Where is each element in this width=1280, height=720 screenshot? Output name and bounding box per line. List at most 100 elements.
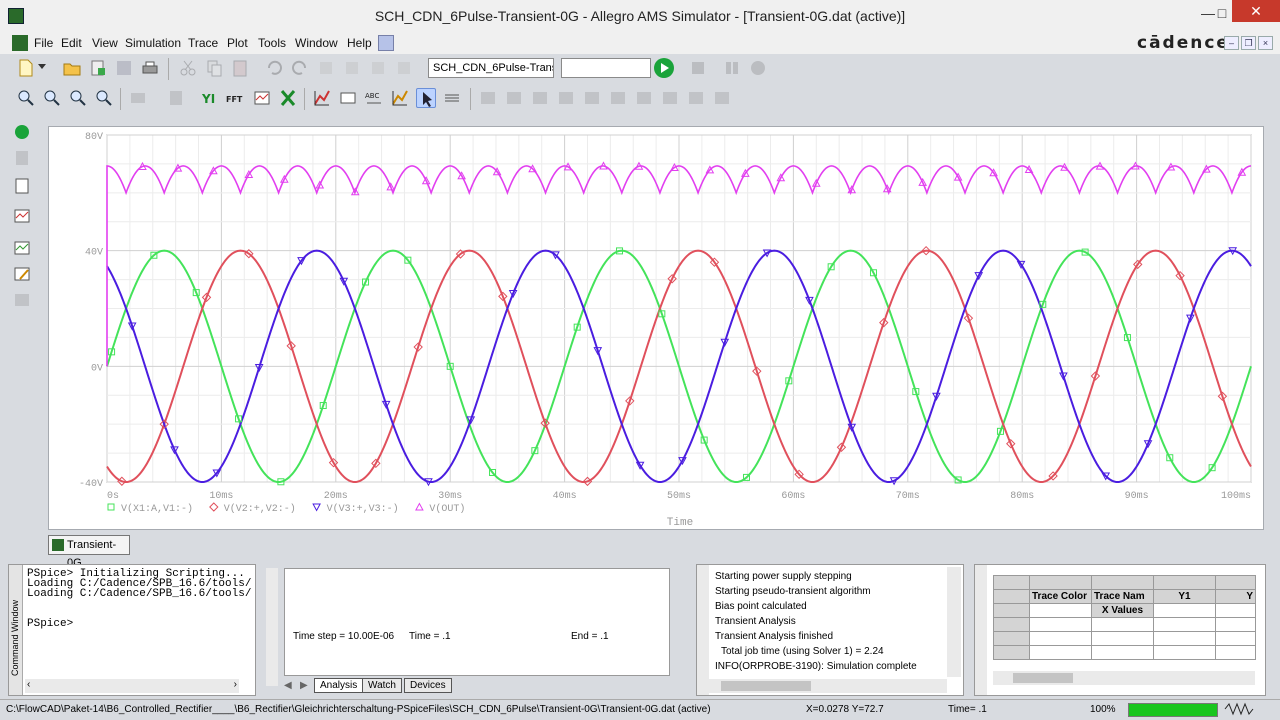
- tab-devices[interactable]: Devices: [404, 678, 452, 693]
- zoom-area-icon[interactable]: [68, 88, 88, 108]
- redo-icon[interactable]: [290, 58, 310, 78]
- command-prompt[interactable]: PSpice>: [27, 618, 73, 630]
- menu-plot[interactable]: Plot: [227, 36, 248, 50]
- log-hscroll[interactable]: [701, 679, 947, 693]
- snap-icon[interactable]: [442, 88, 462, 108]
- add-trace-icon[interactable]: [278, 88, 298, 108]
- run-simulation-icon[interactable]: [12, 122, 32, 142]
- log-line: Total job time (using Solver 1) = 2.24: [721, 646, 884, 657]
- tab-scroll-left-icon[interactable]: ◀: [284, 680, 292, 691]
- waveform-plot[interactable]: 80V 40V 0V -40V 0s 10ms 20ms 30ms 40ms 50ms 60ms 7…: [49, 127, 1265, 531]
- view-output-icon[interactable]: [12, 148, 32, 168]
- copy-icon[interactable]: [204, 58, 224, 78]
- mdi-restore-icon[interactable]: ❐: [1241, 36, 1256, 50]
- menu-help[interactable]: Help: [347, 36, 372, 50]
- mark-all-icon[interactable]: [368, 58, 388, 78]
- mark-icon[interactable]: [342, 58, 362, 78]
- log-left-grip[interactable]: [697, 565, 709, 695]
- column-y1[interactable]: Y1: [1153, 589, 1216, 604]
- column-trace-name[interactable]: Trace Nam: [1091, 589, 1154, 604]
- cursor-select-icon[interactable]: [416, 88, 436, 108]
- plot-window[interactable]: 80V 40V 0V -40V 0s 10ms 20ms 30ms 40ms 50ms 60ms 7…: [48, 126, 1264, 530]
- probe-hscroll[interactable]: [993, 671, 1255, 685]
- markers-icon[interactable]: [12, 290, 32, 310]
- probe-left-grip[interactable]: [975, 565, 987, 695]
- probe-icon[interactable]: [394, 58, 414, 78]
- tab-watch[interactable]: Watch: [362, 678, 402, 693]
- probe-table-window[interactable]: Trace Color Trace Nam Y1 Y X Values: [974, 564, 1266, 696]
- mark-data-icon[interactable]: [712, 88, 732, 108]
- menu-edit[interactable]: Edit: [61, 36, 82, 50]
- document-icon[interactable]: [12, 35, 28, 51]
- new-icon[interactable]: [16, 58, 36, 78]
- paste-icon[interactable]: [230, 58, 250, 78]
- help-context-icon[interactable]: [378, 35, 394, 51]
- legend-marker: [415, 502, 424, 511]
- simulation-log[interactable]: Starting power supply stepping Starting …: [696, 564, 964, 696]
- edit-plot-icon[interactable]: [12, 264, 32, 284]
- close-button[interactable]: ✕: [1232, 0, 1280, 22]
- cut-icon[interactable]: [178, 58, 198, 78]
- document-tab[interactable]: Transient-0G...: [48, 535, 130, 569]
- cursor-trough-icon[interactable]: [504, 88, 524, 108]
- y-tick-label: 0V: [91, 363, 103, 374]
- new-dropdown-icon[interactable]: [38, 64, 46, 69]
- log-y-icon[interactable]: [166, 88, 186, 108]
- command-hscroll[interactable]: ‹ ›: [25, 679, 239, 693]
- mdi-minimize-icon[interactable]: –: [1224, 36, 1239, 50]
- zoom-fit-icon[interactable]: [94, 88, 114, 108]
- menu-view[interactable]: View: [92, 36, 118, 50]
- menu-simulation[interactable]: Simulation: [125, 36, 181, 50]
- tab-scroll-right-icon[interactable]: ▶: [300, 680, 308, 691]
- zoom-out-icon[interactable]: [42, 88, 62, 108]
- add-plot-icon[interactable]: [12, 238, 32, 258]
- log-vscroll[interactable]: [947, 567, 961, 677]
- stop-icon[interactable]: [722, 58, 742, 78]
- secondary-select[interactable]: [561, 58, 651, 78]
- fft-icon[interactable]: FFT: [226, 88, 246, 108]
- cancel-icon[interactable]: [748, 58, 768, 78]
- cursor-slope-icon[interactable]: [530, 88, 550, 108]
- command-window[interactable]: Command Window PSpice> Initializing Scri…: [8, 564, 256, 696]
- append-icon[interactable]: [88, 58, 108, 78]
- text-label-icon[interactable]: ABC: [364, 88, 384, 108]
- zoom-in-icon[interactable]: [16, 88, 36, 108]
- menu-window[interactable]: Window: [295, 36, 338, 50]
- prev-transition-icon[interactable]: [686, 88, 706, 108]
- print-icon[interactable]: [140, 58, 160, 78]
- mark-label-icon[interactable]: [338, 88, 358, 108]
- tab-analysis[interactable]: Analysis: [314, 678, 364, 693]
- log-line: Starting power supply stepping: [715, 571, 852, 582]
- svg-text:FFT: FFT: [226, 95, 243, 104]
- save-icon[interactable]: [114, 58, 134, 78]
- menu-trace[interactable]: Trace: [188, 36, 218, 50]
- simulation-profile-select[interactable]: SCH_CDN_6Pulse-Transier: [428, 58, 554, 78]
- plot-window-icon[interactable]: [390, 88, 410, 108]
- cursor-search-icon[interactable]: [634, 88, 654, 108]
- undo-icon[interactable]: [264, 58, 284, 78]
- toggle-cursor-icon[interactable]: [312, 88, 332, 108]
- cursor-max-icon[interactable]: [582, 88, 602, 108]
- run-icon[interactable]: [654, 58, 674, 78]
- menu-tools[interactable]: Tools: [258, 36, 286, 50]
- add-y-axis-icon[interactable]: YI: [200, 88, 220, 108]
- pause-icon[interactable]: [688, 58, 708, 78]
- view-file-icon[interactable]: [12, 176, 32, 196]
- trace-table[interactable]: Trace Color Trace Nam Y1 Y X Values: [993, 575, 1256, 660]
- progress-fill: [1129, 704, 1217, 716]
- open-icon[interactable]: [62, 58, 82, 78]
- column-trace-color[interactable]: Trace Color: [1029, 589, 1092, 604]
- next-transition-icon[interactable]: [660, 88, 680, 108]
- cursor-peak-icon[interactable]: [478, 88, 498, 108]
- plot-settings-icon[interactable]: [12, 206, 32, 226]
- mdi-close-icon[interactable]: ×: [1258, 36, 1273, 50]
- cursor-min-icon[interactable]: [556, 88, 576, 108]
- column-y[interactable]: Y: [1215, 589, 1256, 604]
- legend-marker: [107, 503, 115, 511]
- cursor-point-icon[interactable]: [608, 88, 628, 108]
- x-tick-label: 40ms: [553, 491, 577, 502]
- performance-analysis-icon[interactable]: [252, 88, 272, 108]
- find-icon[interactable]: [316, 58, 336, 78]
- menu-file[interactable]: File: [34, 36, 53, 50]
- log-x-icon[interactable]: [128, 88, 148, 108]
